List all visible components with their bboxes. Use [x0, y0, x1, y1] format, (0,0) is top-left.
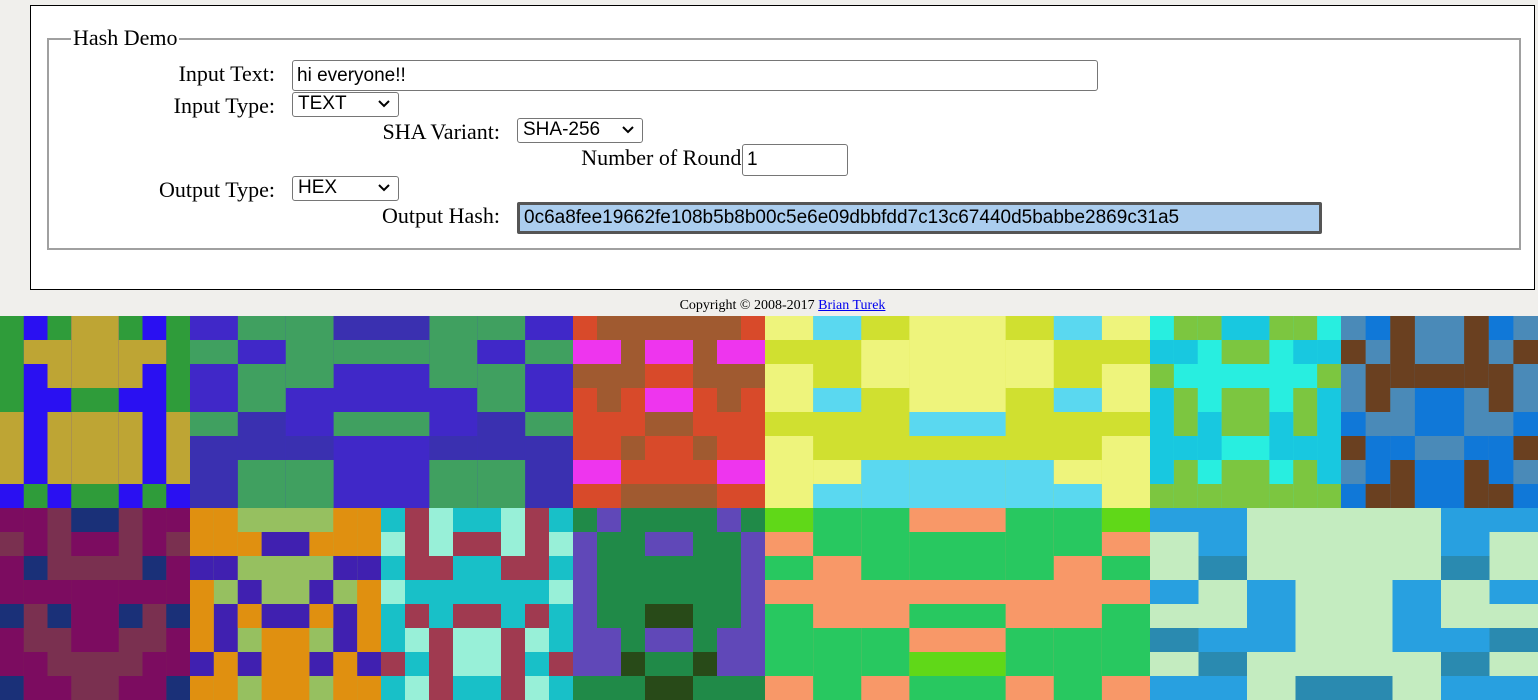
hash-demo-panel: Hash Demo Input Text: Input Type: TEXT S…	[30, 5, 1535, 290]
author-link[interactable]: Brian Turek	[818, 298, 885, 313]
identicon-tile	[1150, 316, 1341, 508]
identicon-tile	[1341, 316, 1538, 508]
identicon-tile	[0, 508, 190, 700]
identicon-tile	[765, 508, 1150, 700]
output-type-label: Output Type:	[159, 177, 275, 202]
copyright-footer: Copyright © 2008-2017 Brian Turek	[0, 298, 1538, 314]
identicon-tile	[190, 316, 573, 508]
input-text-field[interactable]	[292, 60, 1098, 91]
output-type-select[interactable]: HEX	[292, 176, 399, 201]
sha-variant-label: SHA Variant:	[382, 119, 500, 144]
identicon-tile	[573, 316, 765, 508]
output-type-value: HEX	[298, 177, 338, 198]
identicon-tile	[190, 508, 381, 700]
identicon-tile	[0, 316, 190, 508]
sha-variant-select[interactable]: SHA-256	[517, 118, 643, 143]
fieldset-legend: Hash Demo	[71, 25, 180, 50]
chevron-down-icon	[378, 184, 390, 192]
copyright-text: Copyright © 2008-2017	[679, 298, 815, 313]
rounds-label: Number of Rounds:	[581, 145, 756, 170]
output-hash-label: Output Hash:	[382, 203, 500, 228]
chevron-down-icon	[622, 126, 634, 134]
input-type-value: TEXT	[298, 93, 347, 114]
input-type-select[interactable]: TEXT	[292, 92, 399, 117]
identicon-tile	[381, 508, 573, 700]
identicon-tile	[765, 316, 1150, 508]
input-type-label: Input Type:	[173, 93, 275, 118]
output-hash-field[interactable]	[517, 202, 1322, 234]
input-text-label: Input Text:	[178, 61, 275, 86]
chevron-down-icon	[378, 100, 390, 108]
identicon-mosaic	[0, 316, 1538, 700]
identicon-tile	[573, 508, 765, 700]
rounds-field[interactable]	[742, 144, 848, 176]
sha-variant-value: SHA-256	[523, 119, 601, 140]
identicon-tile	[1150, 508, 1538, 700]
